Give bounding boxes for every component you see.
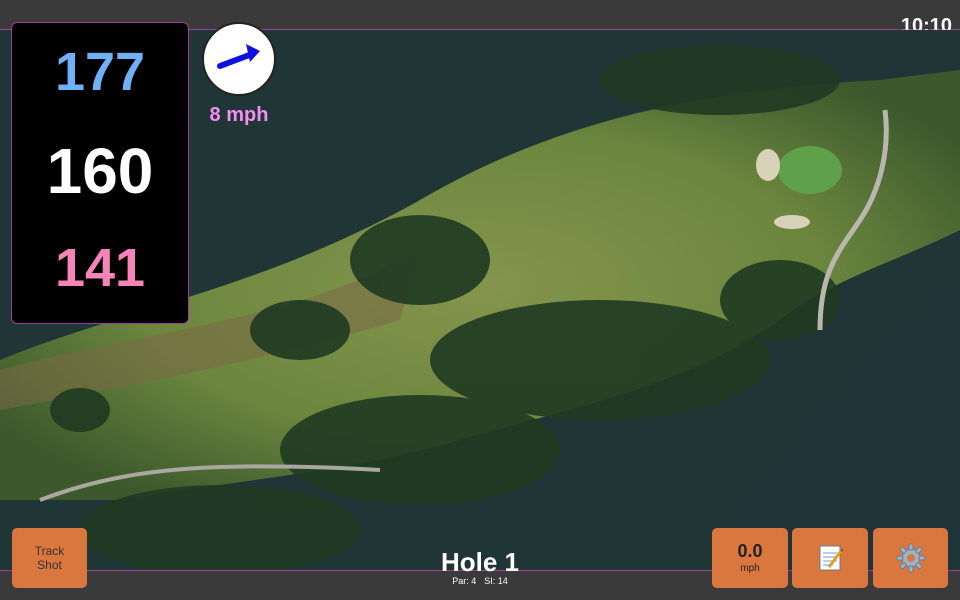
track-shot-label-line1: Track — [34, 544, 65, 558]
notes-button[interactable] — [792, 528, 868, 588]
speed-value: 0.0 — [737, 541, 763, 561]
settings-button[interactable] — [873, 528, 948, 588]
back-distance: 177 — [54, 42, 146, 102]
track-shot-button[interactable]: Track Shot — [12, 528, 87, 588]
front-distance: 141 — [54, 238, 146, 298]
wind-indicator — [202, 22, 276, 96]
hole-info: Hole 1 Par: 4 SI: 14 — [420, 548, 540, 586]
speed-button[interactable]: 0.0 mph — [712, 528, 788, 588]
arrow-icon — [217, 44, 260, 69]
gear-icon — [896, 543, 925, 573]
track-shot-label-line2: Shot — [37, 558, 62, 572]
distance-panel: 177 160 141 — [11, 22, 189, 324]
center-distance: 160 — [46, 135, 154, 207]
hole-par: Par: 4 — [452, 576, 477, 586]
hole-si: SI: 14 — [484, 576, 508, 586]
speed-unit: mph — [740, 563, 760, 574]
hole-title: Hole 1 — [440, 547, 520, 577]
wind-speed: 8 mph — [209, 104, 269, 126]
notepad-icon — [819, 545, 843, 571]
hole-details: Par: 4 SI: 14 — [420, 576, 540, 586]
